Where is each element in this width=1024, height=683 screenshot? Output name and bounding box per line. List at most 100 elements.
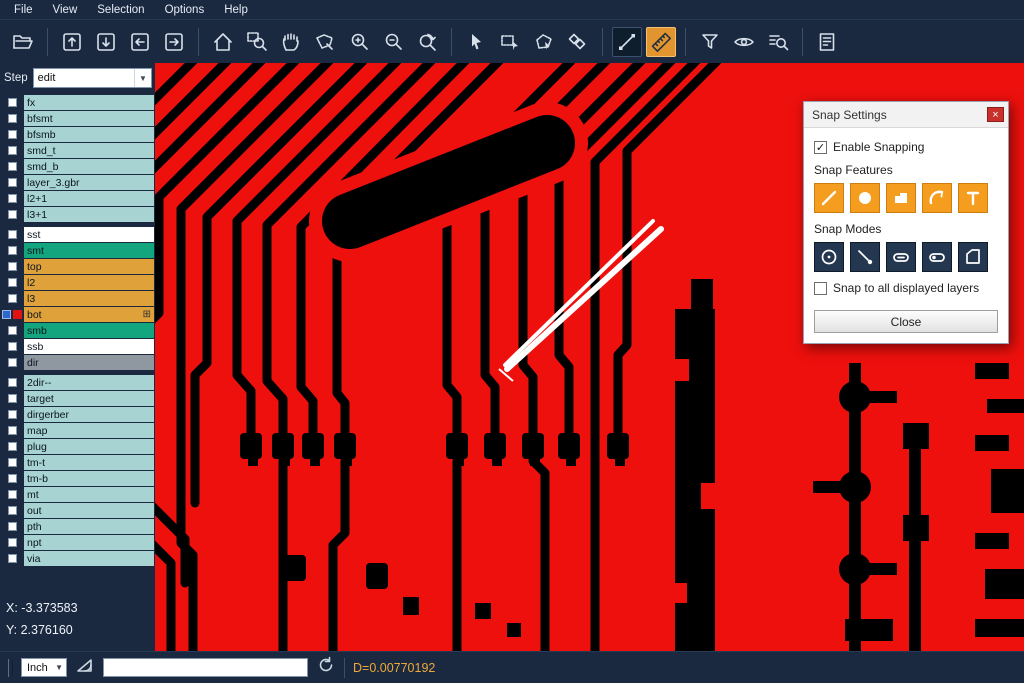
select-cursor-button[interactable] [461,27,491,57]
layer-row-out[interactable]: out [0,503,155,518]
zoom-area-button[interactable] [310,27,340,57]
layer-visibility-checkbox[interactable] [8,554,17,563]
checkbox-checked-icon[interactable]: ✓ [814,141,827,154]
layer-row-ssb[interactable]: ssb [0,339,155,354]
dialog-close-button[interactable]: Close [814,310,998,333]
zoom-out-button[interactable] [378,27,408,57]
layer-row-top[interactable]: top [0,259,155,274]
layer-row-smd_b[interactable]: smd_b [0,159,155,174]
layer-row-npt[interactable]: npt [0,535,155,550]
layer-visibility-checkbox[interactable] [8,522,17,531]
layer-visibility-checkbox[interactable] [8,246,17,255]
snap-feature-line-button[interactable] [814,183,844,213]
snap-mode-outline-button[interactable] [958,242,988,272]
snap-feature-surface-button[interactable] [886,183,916,213]
snap-feature-arc-button[interactable] [922,183,952,213]
layer-name[interactable]: bfsmb [24,127,154,142]
layer-name[interactable]: sst [24,227,154,242]
menu-help[interactable]: Help [214,4,258,16]
find-button[interactable] [763,27,793,57]
layer-row-l3[interactable]: l3 [0,291,155,306]
select-polygon-button[interactable] [529,27,559,57]
snap-mode-endpoint-button[interactable] [850,242,880,272]
zoom-in-button[interactable] [344,27,374,57]
angle-measure-icon[interactable] [75,655,95,680]
step-combobox[interactable]: edit ▼ [33,68,152,88]
measure-snap-button[interactable] [646,27,676,57]
layer-row-dir[interactable]: dir [0,355,155,370]
layer-name[interactable]: smd_t [24,143,154,158]
snap-all-layers-checkbox-row[interactable]: Snap to all displayed layers [814,281,998,295]
layer-visibility-checkbox[interactable] [8,326,17,335]
layer-visibility-checkbox[interactable] [8,410,17,419]
layer-row-fx[interactable]: fx [0,95,155,110]
layer-name[interactable]: smt [24,243,154,258]
layer-row-via[interactable]: via [0,551,155,566]
close-icon[interactable]: × [987,107,1004,122]
layer-visibility-checkbox[interactable] [8,210,17,219]
layer-row-pth[interactable]: pth [0,519,155,534]
layer-visibility-checkbox[interactable] [8,294,17,303]
snap-feature-pad-button[interactable] [850,183,880,213]
layer-visibility-checkbox[interactable] [8,146,17,155]
toolbar-grip[interactable] [8,659,13,677]
checkbox-unchecked-icon[interactable] [814,282,827,295]
pan-button[interactable] [276,27,306,57]
layer-visibility-checkbox[interactable] [8,442,17,451]
layer-name[interactable]: 2dir-- [24,375,154,390]
export-left-button[interactable] [125,27,155,57]
layer-name[interactable]: dir [24,355,154,370]
layer-visibility-checkbox[interactable] [8,538,17,547]
menu-view[interactable]: View [43,4,88,16]
layer-visibility-checkbox[interactable] [8,474,17,483]
layer-name[interactable]: top [24,259,154,274]
layer-visibility-checkbox[interactable] [8,178,17,187]
layer-row-2dir--[interactable]: 2dir-- [0,375,155,390]
layer-name[interactable]: layer_3.gbr [24,175,154,190]
menu-selection[interactable]: Selection [87,4,154,16]
layer-visibility-checkbox[interactable] [8,194,17,203]
layer-name[interactable]: l3+1 [24,207,154,222]
layer-name[interactable]: npt [24,535,154,550]
layer-name[interactable]: target [24,391,154,406]
layer-row-smd_t[interactable]: smd_t [0,143,155,158]
layer-visibility-checkbox[interactable] [8,358,17,367]
layer-row-l2+1[interactable]: l2+1 [0,191,155,206]
menu-file[interactable]: File [4,4,43,16]
layer-visibility-checkbox[interactable] [8,98,17,107]
layer-row-sst[interactable]: sst [0,227,155,242]
layer-name[interactable]: bfsmt [24,111,154,126]
open-button[interactable] [8,27,38,57]
layer-name[interactable]: out [24,503,154,518]
layer-row-l3+1[interactable]: l3+1 [0,207,155,222]
layer-visibility-checkbox[interactable] [8,426,17,435]
layer-name[interactable]: fx [24,95,154,110]
layer-visibility-checkbox[interactable] [8,230,17,239]
layer-name[interactable]: ssb [24,339,154,354]
layer-row-tm-b[interactable]: tm-b [0,471,155,486]
layer-visibility-checkbox[interactable] [8,394,17,403]
layer-row-target[interactable]: target [0,391,155,406]
menu-options[interactable]: Options [155,4,215,16]
layer-name[interactable]: l2 [24,275,154,290]
layer-visibility-checkbox[interactable] [8,162,17,171]
layer-visibility-checkbox[interactable] [2,310,11,319]
grid-icon[interactable]: ⊞ [143,310,151,320]
command-input[interactable] [103,658,308,677]
layer-visibility-checkbox[interactable] [8,130,17,139]
layer-name[interactable]: map [24,423,154,438]
layer-row-dirgerber[interactable]: dirgerber [0,407,155,422]
layer-visibility-checkbox[interactable] [8,490,17,499]
select-stack-button[interactable] [563,27,593,57]
layer-visibility-checkbox[interactable] [8,278,17,287]
zoom-window-button[interactable] [242,27,272,57]
layer-name[interactable]: via [24,551,154,566]
layer-row-l2[interactable]: l2 [0,275,155,290]
export-top-button[interactable] [57,27,87,57]
layer-row-map[interactable]: map [0,423,155,438]
layer-name[interactable]: l3 [24,291,154,306]
export-bottom-button[interactable] [91,27,121,57]
zoom-previous-button[interactable] [412,27,442,57]
layer-row-layer_3.gbr[interactable]: layer_3.gbr [0,175,155,190]
layer-row-smb[interactable]: smb [0,323,155,338]
